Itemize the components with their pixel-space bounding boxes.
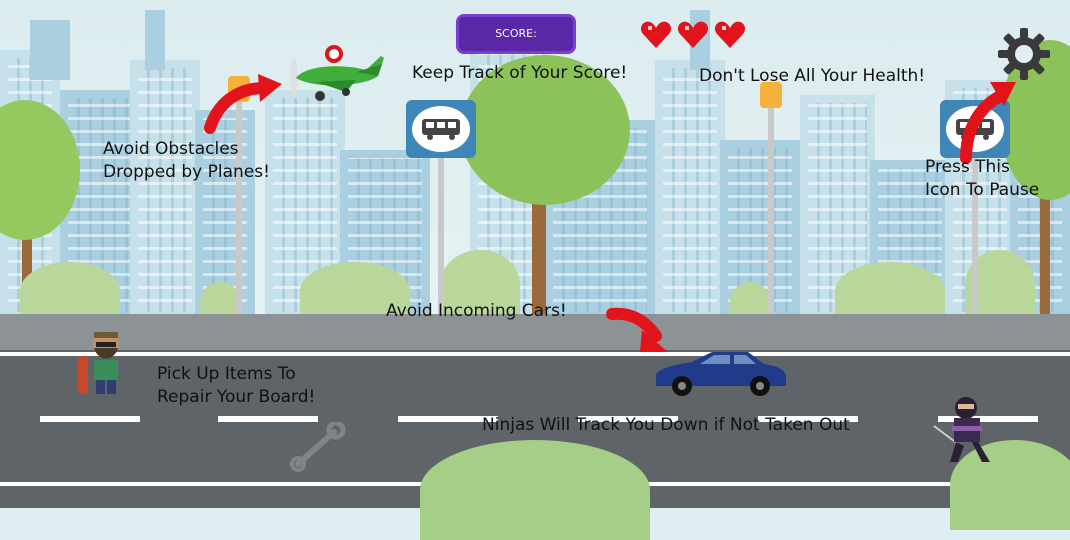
tip-pause: Press This Icon To Pause (925, 157, 1040, 200)
tip-ninjas: Ninjas Will Track You Down if Not Taken … (482, 415, 850, 435)
tip-health: Don't Lose All Your Health! (699, 66, 926, 86)
tip-items: Pick Up Items To Repair Your Board! (157, 364, 316, 407)
tip-planes: Avoid Obstacles Dropped by Planes! (103, 139, 270, 182)
tip-cars: Avoid Incoming Cars! (386, 301, 567, 321)
tip-score: Keep Track of Your Score! (412, 63, 628, 83)
